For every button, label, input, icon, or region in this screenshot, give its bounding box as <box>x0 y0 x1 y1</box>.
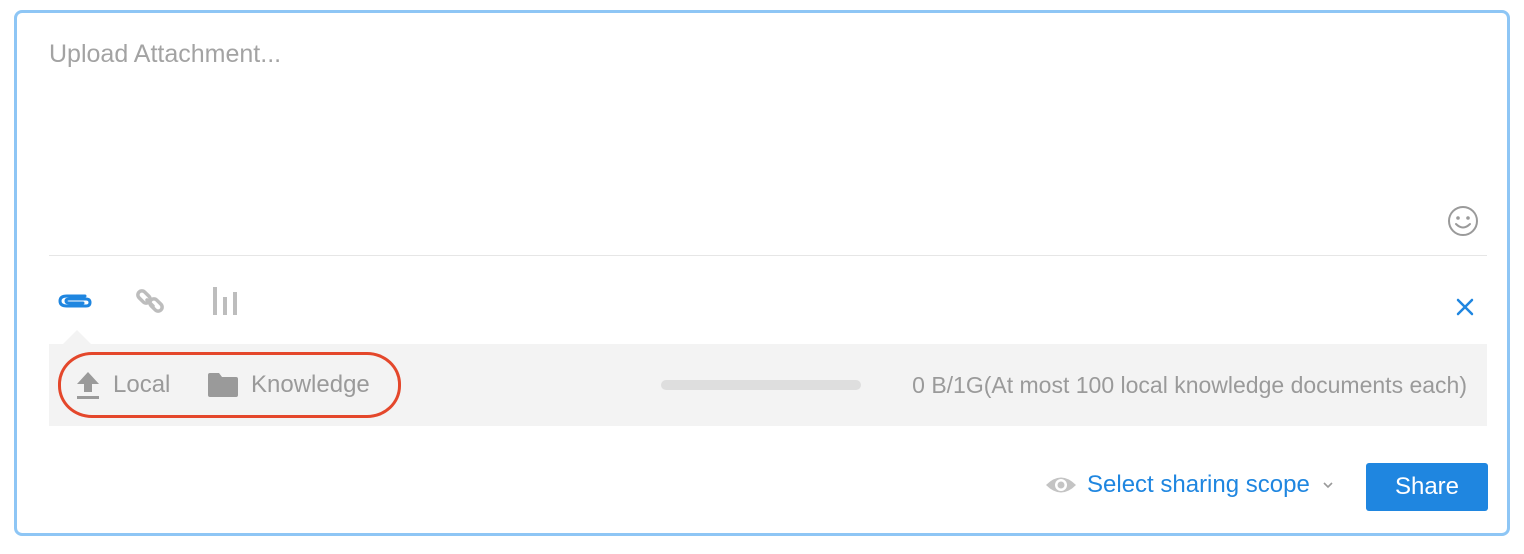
storage-quota-text: 0 B/1G(At most 100 local knowledge docum… <box>912 372 1467 398</box>
eye-icon <box>1046 477 1076 493</box>
sharing-scope-selector[interactable]: Select sharing scope <box>1045 471 1334 499</box>
knowledge-upload-button[interactable]: Knowledge <box>207 366 370 404</box>
upload-panel: Local Knowledge 0 B/1G(At most 100 local… <box>49 344 1487 426</box>
folder-icon <box>208 373 238 397</box>
composer-editor <box>49 39 1489 249</box>
sharing-scope-label: Select sharing scope <box>1087 471 1310 498</box>
close-icon[interactable] <box>1451 293 1479 321</box>
chevron-down-icon <box>1323 482 1333 489</box>
storage-progress-bar <box>661 380 861 390</box>
chart-icon[interactable] <box>207 281 247 321</box>
paperclip-icon[interactable] <box>55 281 95 321</box>
composer-textarea[interactable] <box>49 39 1489 249</box>
emoji-icon[interactable] <box>1447 205 1479 237</box>
local-upload-button[interactable]: Local <box>75 366 170 404</box>
knowledge-label: Knowledge <box>251 371 370 398</box>
local-label: Local <box>113 371 171 398</box>
panel-pointer <box>63 330 91 344</box>
link-icon[interactable] <box>131 281 171 321</box>
share-button[interactable]: Share <box>1366 463 1488 511</box>
post-composer: Local Knowledge 0 B/1G(At most 100 local… <box>14 10 1510 536</box>
upload-icon <box>77 372 99 399</box>
divider <box>49 255 1487 256</box>
